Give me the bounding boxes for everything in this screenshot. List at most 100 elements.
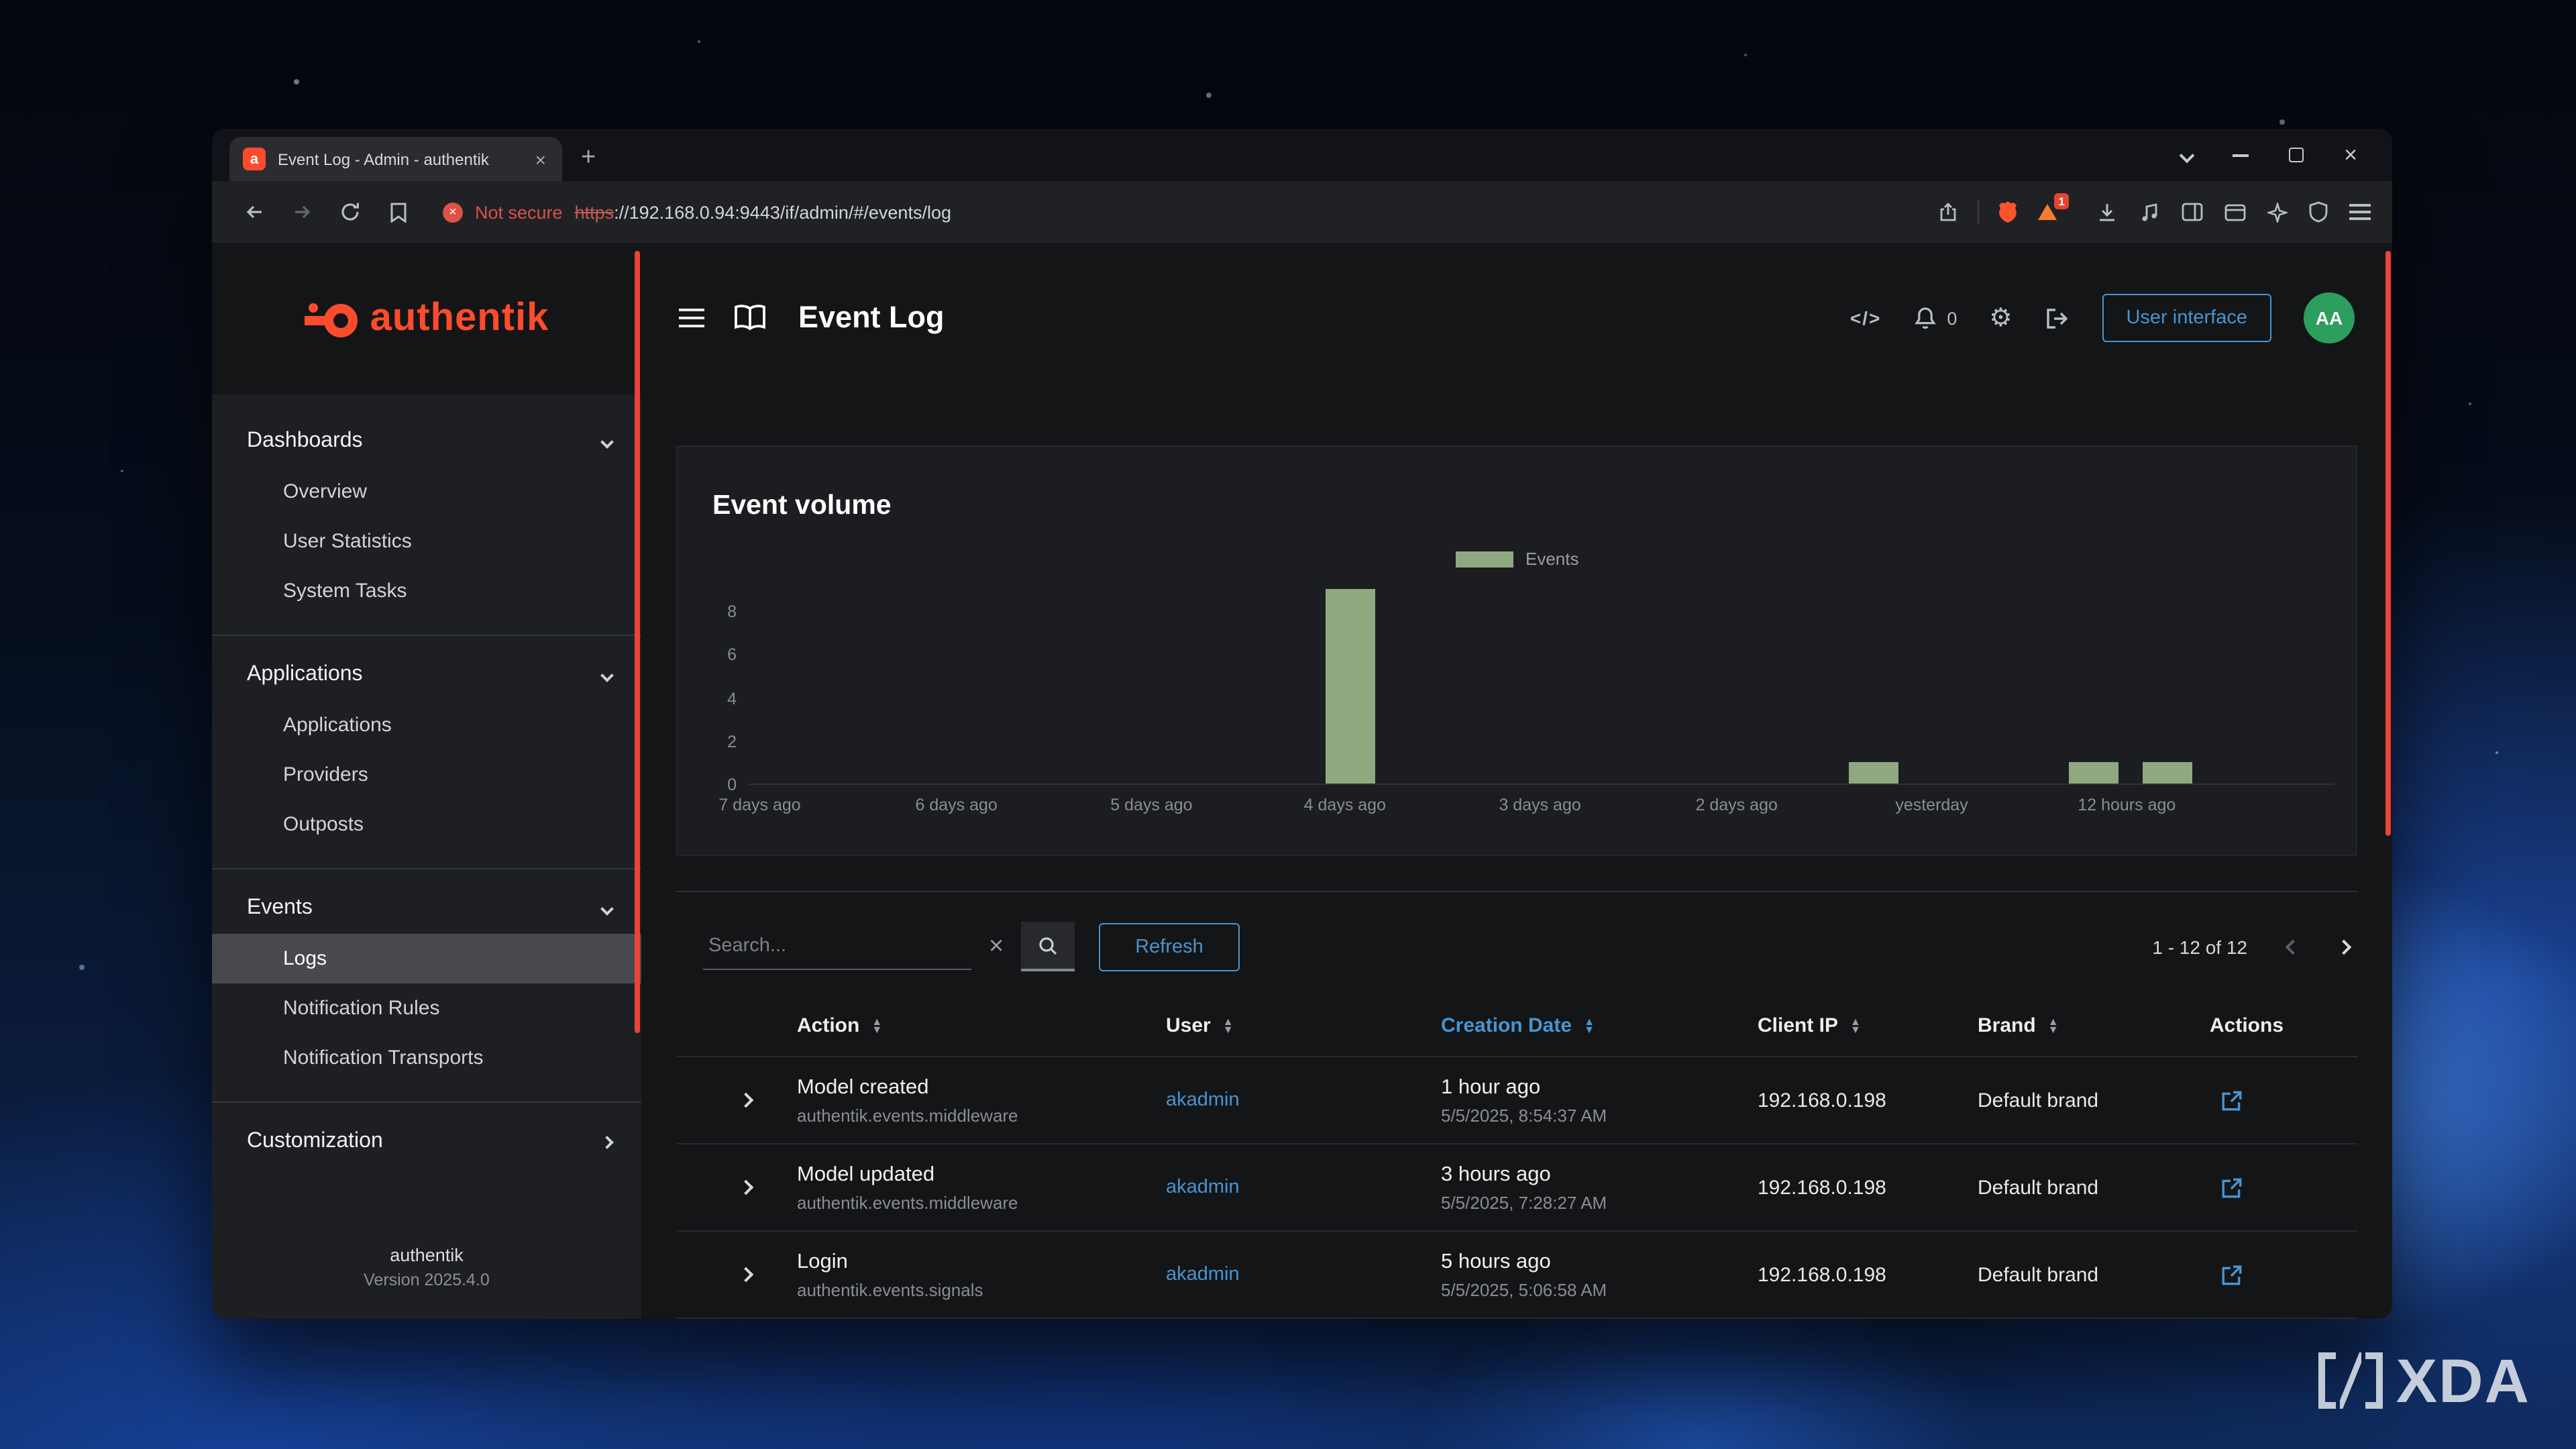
avatar[interactable]: AA [2304, 292, 2355, 343]
expand-row-icon[interactable] [739, 1093, 754, 1108]
user-link[interactable]: akadmin [1166, 1264, 1240, 1285]
brave-rewards-icon[interactable]: 1 [2037, 203, 2058, 221]
nav-header-label: Events [247, 896, 313, 920]
notification-count: 0 [1947, 308, 1957, 328]
nav-header-applications[interactable]: Applications [212, 649, 641, 700]
brand: Default brand [1978, 1089, 2210, 1112]
url-text[interactable]: https://192.168.0.94:9443/if/admin/#/eve… [575, 202, 951, 222]
nav-section-events: Events Logs Notification Rules Notificat… [212, 868, 641, 1093]
back-icon[interactable] [233, 192, 274, 232]
header-label: Brand [1978, 1014, 2036, 1037]
sidebar-item-user-statistics[interactable]: User Statistics [212, 517, 641, 566]
sidebar-item-notification-transports[interactable]: Notification Transports [212, 1033, 641, 1083]
x-tick-label: 3 days ago [1499, 796, 1580, 814]
open-event-icon[interactable] [2220, 1176, 2357, 1199]
nav-item-label: Logs [283, 947, 327, 970]
forward-icon[interactable] [282, 192, 322, 232]
sidebar-collapse-icon[interactable] [679, 309, 704, 327]
logout-icon[interactable] [2044, 307, 2070, 329]
user-interface-button[interactable]: User interface [2102, 294, 2271, 342]
privacy-shield-icon[interactable] [2309, 201, 2328, 223]
reload-icon[interactable] [330, 192, 370, 232]
header-creation-date[interactable]: Creation Date▲▼ [1441, 1014, 1758, 1037]
legend-swatch [1456, 551, 1513, 567]
brave-shields-icon[interactable] [1998, 201, 2018, 223]
gear-icon[interactable]: ⚙ [1989, 303, 2012, 333]
header-label: Action [797, 1014, 859, 1037]
chart-title: Event volume [712, 490, 892, 522]
api-browser-icon[interactable]: </> [1850, 307, 1882, 329]
notifications-button[interactable]: 0 [1913, 305, 1957, 331]
header-action[interactable]: Action ▲▼ [797, 1014, 1166, 1037]
sidebar-toggle-icon[interactable] [2182, 203, 2203, 221]
user-link[interactable]: akadmin [1166, 1177, 1240, 1198]
sidebar-item-system-tasks[interactable]: System Tasks [212, 566, 641, 616]
chart-bar [1849, 762, 1898, 784]
search-button[interactable] [1021, 922, 1075, 971]
authentik-logo[interactable]: authentik [212, 243, 641, 394]
sidebar-item-outposts[interactable]: Outposts [212, 800, 641, 849]
browser-window: a Event Log - Admin - authentik × + × [212, 129, 2392, 1319]
sidebar-scrollbar[interactable] [635, 251, 640, 1033]
events-table: Action ▲▼ User▲▼ Creation Date▲▼ Client I… [676, 996, 2357, 1319]
header-client-ip[interactable]: Client IP▲▼ [1758, 1014, 1978, 1037]
browser-menu-icon[interactable] [2349, 204, 2371, 221]
nav-header-events[interactable]: Events [212, 883, 641, 934]
page-previous-icon[interactable] [2286, 939, 2301, 955]
tab-close-icon[interactable]: × [533, 148, 549, 170]
new-tab-button[interactable]: + [581, 144, 596, 173]
maximize-button[interactable] [2289, 148, 2304, 162]
authentik-logo-icon [305, 299, 358, 339]
share-icon[interactable] [1937, 201, 1959, 223]
browser-tab[interactable]: a Event Log - Admin - authentik × [229, 137, 562, 181]
header-brand[interactable]: Brand ▲▼ [1978, 1014, 2210, 1037]
sidebar-item-notification-rules[interactable]: Notification Rules [212, 983, 641, 1033]
tab-search-chevron-icon[interactable] [2180, 148, 2195, 163]
clear-search-icon[interactable]: × [971, 932, 1021, 961]
bookmark-icon[interactable] [378, 192, 419, 232]
sidebar-item-providers[interactable]: Providers [212, 750, 641, 800]
x-tick-label: 4 days ago [1304, 796, 1386, 814]
nav-header-dashboards[interactable]: Dashboards [212, 416, 641, 467]
sidebar-item-applications[interactable]: Applications [212, 700, 641, 750]
tab-title: Event Log - Admin - authentik [278, 150, 521, 168]
not-secure-icon: × [443, 202, 463, 222]
footer-version: Version 2025.4.0 [212, 1271, 641, 1289]
leo-ai-icon[interactable] [2267, 202, 2288, 222]
sort-icon: ▲▼ [1584, 1018, 1595, 1033]
expand-row-icon[interactable] [739, 1267, 754, 1283]
media-icon[interactable] [2140, 202, 2160, 222]
downloads-icon[interactable] [2096, 201, 2118, 223]
header-label: Actions [2210, 1014, 2284, 1037]
main-scrollbar[interactable] [2385, 251, 2391, 836]
chevron-right-icon [600, 1135, 614, 1148]
sort-icon: ▲▼ [2048, 1018, 2059, 1033]
minimize-button[interactable] [2233, 154, 2249, 156]
xda-watermark: XDA [2318, 1344, 2530, 1417]
x-tick-label: yesterday [1895, 796, 1968, 814]
table-row: Model createdauthentik.events.middleware… [676, 1057, 2357, 1144]
user-link[interactable]: akadmin [1166, 1089, 1240, 1111]
event-when: 3 hours ago [1441, 1163, 1758, 1187]
event-action: Login [797, 1250, 1166, 1274]
chart-legend: Events [1456, 549, 1579, 569]
pagination-label: 1 - 12 of 12 [2152, 936, 2247, 957]
nav-header-customization[interactable]: Customization [212, 1116, 641, 1167]
refresh-button[interactable]: Refresh [1099, 922, 1240, 971]
sort-icon: ▲▼ [871, 1018, 882, 1033]
nav-item-label: Applications [283, 714, 392, 737]
open-event-icon[interactable] [2220, 1089, 2357, 1112]
chevron-down-icon [600, 668, 614, 682]
sidebar-item-logs[interactable]: Logs [212, 934, 641, 983]
open-event-icon[interactable] [2220, 1263, 2357, 1286]
page-next-icon[interactable] [2337, 939, 2352, 955]
expand-row-icon[interactable] [739, 1180, 754, 1195]
wallet-icon[interactable] [2224, 203, 2246, 221]
y-tick-label: 8 [727, 602, 737, 621]
sidebar-item-overview[interactable]: Overview [212, 467, 641, 517]
search-input[interactable] [703, 923, 971, 970]
nav-section-applications: Applications Applications Providers Outp… [212, 635, 641, 860]
window-close-button[interactable]: × [2344, 144, 2357, 166]
header-user[interactable]: User▲▼ [1166, 1014, 1441, 1037]
address-bar[interactable]: × Not secure https://192.168.0.94:9443/i… [427, 189, 2074, 235]
